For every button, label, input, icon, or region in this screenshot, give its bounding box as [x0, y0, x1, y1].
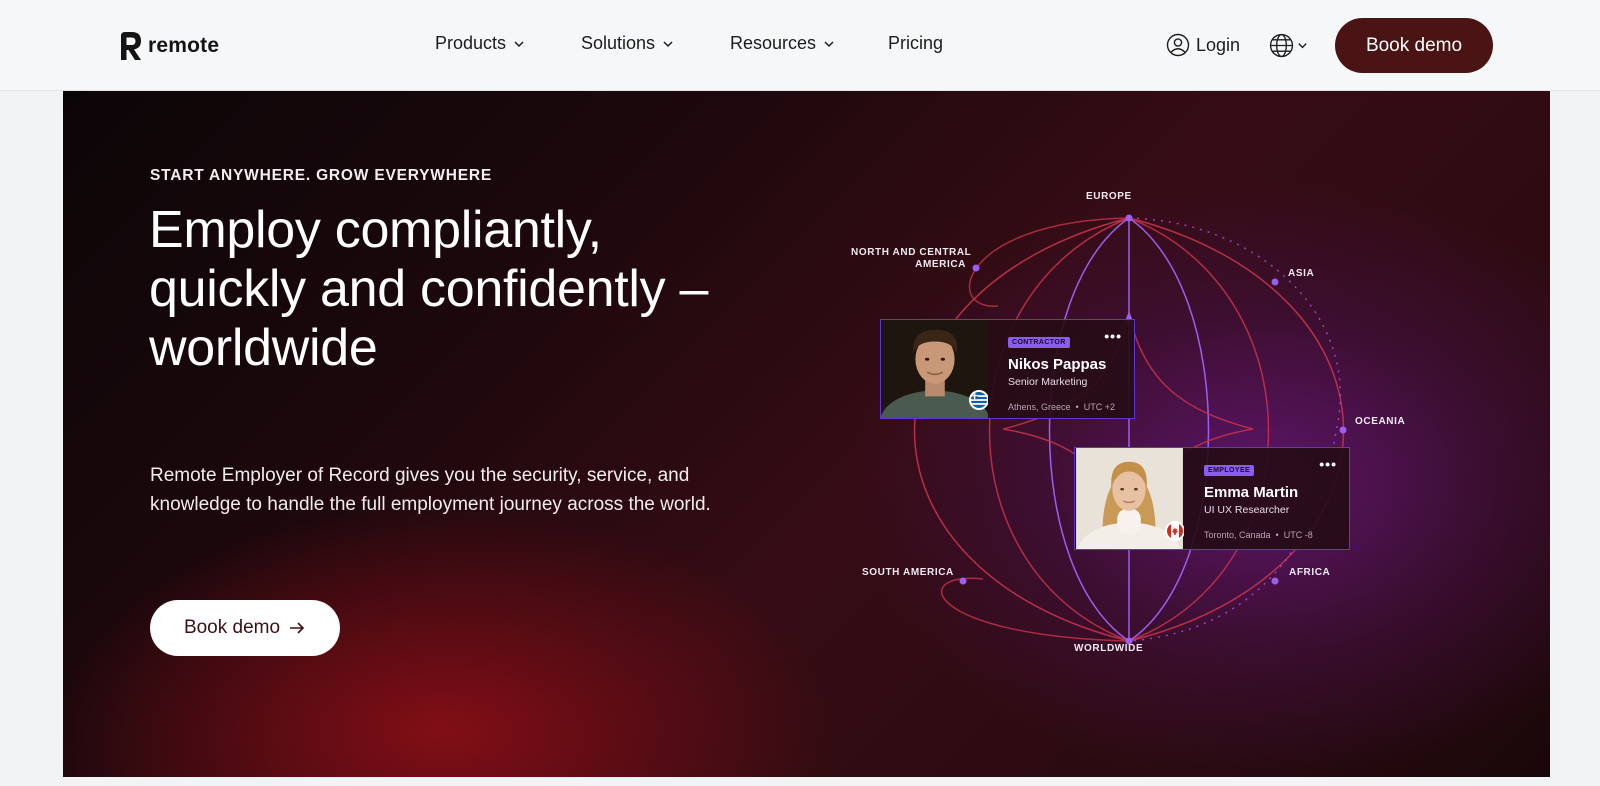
menu-pricing-label: Pricing — [888, 33, 944, 53]
profile-name: Nikos Pappas — [1008, 356, 1107, 373]
menu-resources[interactable]: Resources — [730, 33, 836, 54]
menu-resources-label: Resources — [730, 33, 817, 53]
employee-badge: EMPLOYEE — [1204, 465, 1255, 476]
world-globe-graphic — [913, 214, 1347, 645]
hero-section: START ANYWHERE. GROW EVERYWHERE Employ c… — [63, 91, 1550, 777]
separator-dot-icon: • — [1275, 530, 1279, 540]
profile-role: UI UX Researcher — [1204, 504, 1290, 516]
region-south-america: SOUTH AMERICA — [862, 567, 954, 578]
region-north-central-america-line2: AMERICA — [915, 259, 966, 270]
profile-location: Athens, Greece • UTC +2 — [1008, 402, 1122, 412]
login-label: Login — [1196, 34, 1241, 55]
profile-info: CONTRACTOR Nikos Pappas Senior Marketing… — [988, 320, 1134, 418]
book-demo-button-header[interactable]: Book demo — [1335, 18, 1493, 73]
remote-logo-icon — [121, 32, 141, 60]
profile-name: Emma Martin — [1204, 484, 1299, 501]
region-africa: AFRICA — [1289, 567, 1331, 578]
profile-timezone: UTC +2 — [1083, 402, 1115, 412]
menu-products-label: Products — [435, 33, 507, 53]
menu-solutions[interactable]: Solutions — [581, 33, 675, 54]
contractor-badge: CONTRACTOR — [1008, 337, 1070, 348]
profile-card-emma[interactable]: EMPLOYEE Emma Martin UI UX Researcher To… — [1074, 447, 1350, 550]
chevron-down-icon — [1298, 43, 1307, 49]
profile-role: Senior Marketing — [1008, 376, 1088, 388]
more-options-icon[interactable]: ••• — [1104, 328, 1122, 344]
region-oceania: OCEANIA — [1355, 416, 1406, 427]
menu-pricing[interactable]: Pricing — [888, 33, 943, 54]
top-navigation: remote Products Solutions Resources Pric… — [0, 0, 1600, 91]
brand-name: remote — [148, 34, 220, 57]
profile-city: Toronto, Canada — [1204, 530, 1271, 540]
menu-products[interactable]: Products — [435, 33, 526, 54]
region-north-central-america-line1: NORTH AND CENTRAL — [851, 247, 972, 258]
profile-photo — [881, 320, 988, 418]
globe-icon — [1269, 33, 1294, 58]
remote-logo[interactable]: remote — [118, 30, 219, 62]
region-north-central-america: NORTH AND CENTRAL AMERICA — [851, 247, 972, 271]
login-link[interactable]: Login — [1166, 33, 1240, 57]
menu-solutions-label: Solutions — [581, 33, 656, 53]
region-worldwide: WORLDWIDE — [1074, 643, 1144, 654]
canada-flag-icon — [1165, 521, 1184, 541]
profile-timezone: UTC -8 — [1283, 530, 1313, 540]
more-options-icon[interactable]: ••• — [1319, 456, 1337, 472]
region-europe: EUROPE — [1086, 191, 1132, 202]
language-selector[interactable] — [1269, 33, 1309, 58]
profile-info: EMPLOYEE Emma Martin UI UX Researcher To… — [1184, 448, 1349, 549]
profile-card-nikos[interactable]: CONTRACTOR Nikos Pappas Senior Marketing… — [880, 319, 1135, 419]
user-icon — [1166, 33, 1190, 57]
chevron-down-icon — [824, 40, 834, 47]
region-asia: ASIA — [1288, 268, 1315, 279]
chevron-down-icon — [663, 40, 673, 47]
profile-location: Toronto, Canada • UTC -8 — [1204, 530, 1337, 540]
separator-dot-icon: • — [1075, 402, 1079, 412]
greece-flag-icon — [969, 390, 988, 410]
profile-city: Athens, Greece — [1008, 402, 1071, 412]
chevron-down-icon — [514, 40, 524, 47]
profile-photo — [1075, 448, 1184, 549]
